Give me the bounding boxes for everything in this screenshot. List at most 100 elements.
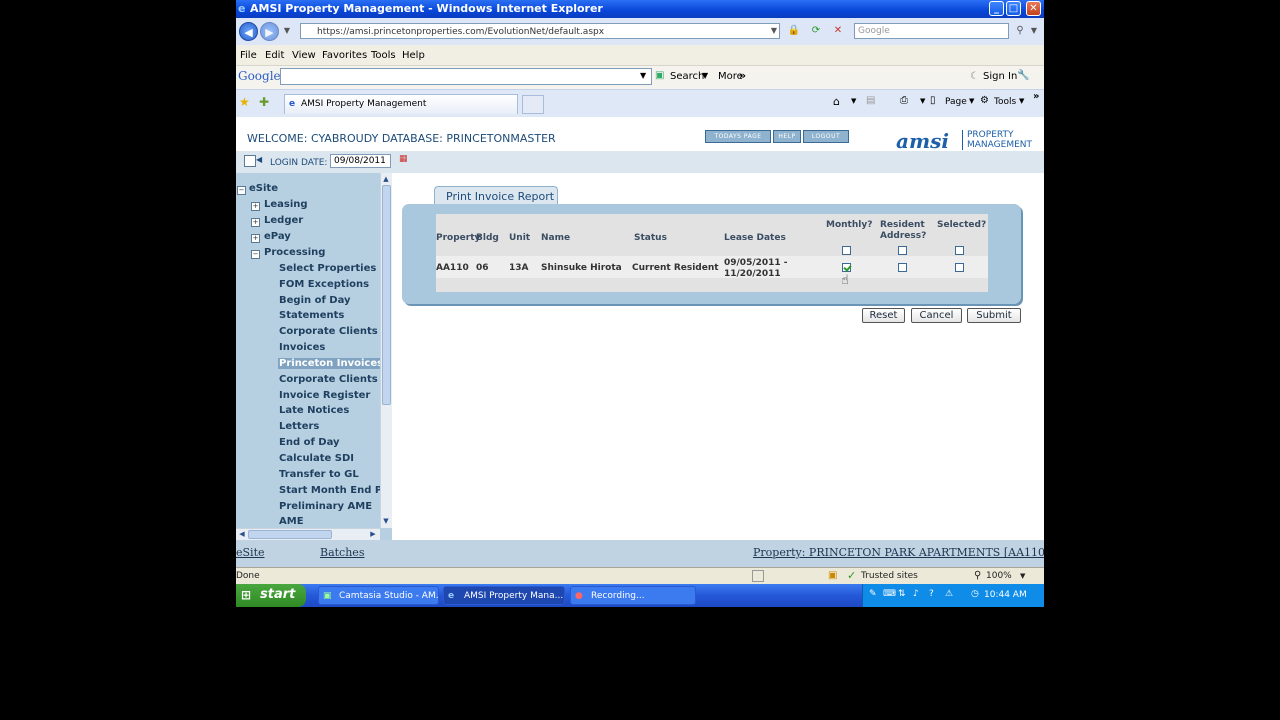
google-toolbar-input[interactable] [280, 68, 652, 85]
horizontal-scroll-thumb[interactable] [248, 530, 332, 539]
close-window-button[interactable]: ✕ [1026, 1, 1041, 16]
clock[interactable]: 10:44 AM [984, 590, 1027, 600]
task-recording[interactable]: ● Recording... [570, 586, 696, 605]
wrench-icon[interactable]: 🔧 [1017, 70, 1029, 81]
tree-item-princeton-invoices[interactable]: Princeton Invoices [278, 358, 380, 369]
tree-item-fom-exceptions[interactable]: FOM Exceptions [279, 279, 369, 290]
title-bar[interactable]: e AMSI Property Management - Windows Int… [236, 0, 1044, 18]
tray-keyboard-icon[interactable]: ⌨ [883, 589, 896, 599]
row-monthly-checkbox[interactable] [842, 263, 851, 272]
menu-file[interactable]: File [240, 50, 257, 61]
tree-item-invoices[interactable]: Invoices [279, 342, 325, 353]
table-row[interactable]: AA110 06 13A Shinsuke Hirota Current Res… [436, 256, 988, 279]
refresh-icon[interactable]: ⟳ [809, 24, 823, 38]
logout-button[interactable]: LOGOUT [803, 130, 849, 143]
tab-amsi[interactable]: e AMSI Property Management [284, 94, 518, 114]
login-date-field[interactable]: 09/08/2011 [330, 154, 391, 168]
print-icon[interactable]: ⎙ [900, 95, 908, 106]
page-menu[interactable]: Page [945, 97, 967, 107]
tree-item-invoice-register[interactable]: Invoice Register [279, 390, 370, 401]
google-search-dropdown-icon[interactable]: ▼ [702, 71, 708, 80]
expand-ledger-icon[interactable]: + [251, 218, 260, 227]
tree-item-calculate-sdi[interactable]: Calculate SDI [279, 453, 354, 464]
home-dropdown-icon[interactable]: ▼ [851, 97, 856, 105]
forward-button[interactable]: ▶ [260, 22, 279, 41]
address-bar[interactable]: https://amsi.princetonproperties.com/Evo… [300, 23, 780, 39]
address-dropdown-icon[interactable]: ▼ [767, 24, 781, 38]
row-selected-checkbox[interactable] [955, 263, 964, 272]
maximize-button[interactable]: □ [1006, 1, 1021, 16]
menu-tools[interactable]: Tools [371, 50, 396, 61]
todays-page-button[interactable]: TODAYS PAGE [705, 130, 771, 143]
footer-batches-link[interactable]: Batches [320, 546, 364, 559]
back-button[interactable]: ◀ [239, 22, 258, 41]
sidebar-vertical-scrollbar[interactable]: ▲ ▼ [380, 173, 392, 528]
page-dropdown-icon[interactable]: ▼ [969, 97, 974, 105]
tree-group-epay[interactable]: ePay [264, 231, 291, 242]
tree-group-ledger[interactable]: Ledger [264, 215, 303, 226]
tree-item-late-notices[interactable]: Late Notices [279, 405, 349, 416]
tray-pen-icon[interactable]: ✎ [869, 589, 877, 599]
double-chevron-icon[interactable]: » [739, 69, 746, 82]
menu-view[interactable]: View [292, 50, 316, 61]
print-dropdown-icon[interactable]: ▼ [920, 97, 925, 105]
footer-property-link[interactable]: Property: PRINCETON PARK APARTMENTS [AA1… [753, 546, 1044, 559]
task-amsi[interactable]: e AMSI Property Mana... [443, 586, 565, 605]
task-camtasia[interactable]: ▣ Camtasia Studio - AM... [318, 586, 439, 605]
expand-epay-icon[interactable]: + [251, 234, 260, 243]
tree-group-leasing[interactable]: Leasing [264, 199, 308, 210]
calendar-icon[interactable]: ▦ [399, 154, 409, 166]
row-resident-address-checkbox[interactable] [898, 263, 907, 272]
collapse-esite-icon[interactable]: − [237, 186, 246, 195]
sidebar-toggle-icon[interactable] [244, 155, 256, 167]
tree-root-esite[interactable]: eSite [249, 183, 278, 194]
tree-item-statements[interactable]: Statements [279, 310, 344, 321]
tree-item-select-properties[interactable]: Select Properties [279, 263, 376, 274]
scroll-up-icon[interactable]: ▲ [381, 174, 391, 184]
minimize-button[interactable]: _ [989, 1, 1004, 16]
search-input[interactable]: Google [854, 23, 1009, 39]
submit-button[interactable]: Submit [967, 308, 1021, 323]
tray-network-icon[interactable]: ⇅ [898, 589, 906, 599]
start-button[interactable]: ⊞ start [236, 584, 306, 607]
tools-dropdown-icon[interactable]: ▼ [1019, 97, 1024, 105]
menu-help[interactable]: Help [402, 50, 425, 61]
google-sign-in[interactable]: Sign In [983, 71, 1017, 82]
tree-item-corporate-clients-s[interactable]: Corporate Clients S [279, 326, 380, 337]
tree-item-letters[interactable]: Letters [279, 421, 319, 432]
tree-item-transfer-to-gl[interactable]: Transfer to GL [279, 469, 359, 480]
tray-alert-icon[interactable]: ⚠ [945, 589, 953, 599]
collapse-processing-icon[interactable]: − [251, 250, 260, 259]
new-tab-button[interactable] [522, 95, 544, 114]
footer-esite-link[interactable]: eSite [236, 546, 265, 559]
lock-icon[interactable]: 🔒 [787, 24, 801, 38]
tools-menu[interactable]: Tools [994, 97, 1016, 107]
sidebar-horizontal-scrollbar[interactable]: ◀ ▶ [236, 528, 380, 540]
scroll-left-icon[interactable]: ◀ [237, 529, 247, 539]
tree-item-begin-of-day[interactable]: Begin of Day [279, 295, 351, 306]
monthly-all-checkbox[interactable] [842, 246, 851, 255]
feeds-icon[interactable]: ▤ [866, 95, 875, 106]
tree-item-corporate-clients-in[interactable]: Corporate Clients In [279, 374, 380, 385]
google-search-button[interactable]: Search [670, 71, 704, 82]
toolbar-overflow-icon[interactable]: » [1033, 91, 1039, 102]
search-options-icon[interactable]: ▼ [1027, 24, 1041, 38]
selected-all-checkbox[interactable] [955, 246, 964, 255]
add-favorite-icon[interactable]: ✚ [259, 95, 269, 109]
cancel-button[interactable]: Cancel [911, 308, 962, 323]
help-button[interactable]: HELP [773, 130, 801, 143]
tray-volume-icon[interactable]: ♪ [913, 589, 919, 599]
zoom-dropdown-icon[interactable]: ▼ [1020, 572, 1025, 580]
expand-leasing-icon[interactable]: + [251, 202, 260, 211]
resident-address-all-checkbox[interactable] [898, 246, 907, 255]
tree-group-processing[interactable]: Processing [264, 247, 325, 258]
search-icon[interactable]: ⚲ [1013, 24, 1027, 38]
menu-edit[interactable]: Edit [265, 50, 284, 61]
scroll-right-icon[interactable]: ▶ [368, 529, 378, 539]
menu-favorites[interactable]: Favorites [322, 50, 367, 61]
favorites-star-icon[interactable]: ★ [239, 95, 250, 109]
history-dropdown-icon[interactable]: ▼ [280, 24, 294, 38]
google-input-dropdown-icon[interactable]: ▼ [640, 71, 646, 80]
vertical-scroll-thumb[interactable] [382, 185, 391, 405]
tree-item-start-month-end[interactable]: Start Month End Pro [279, 485, 380, 496]
